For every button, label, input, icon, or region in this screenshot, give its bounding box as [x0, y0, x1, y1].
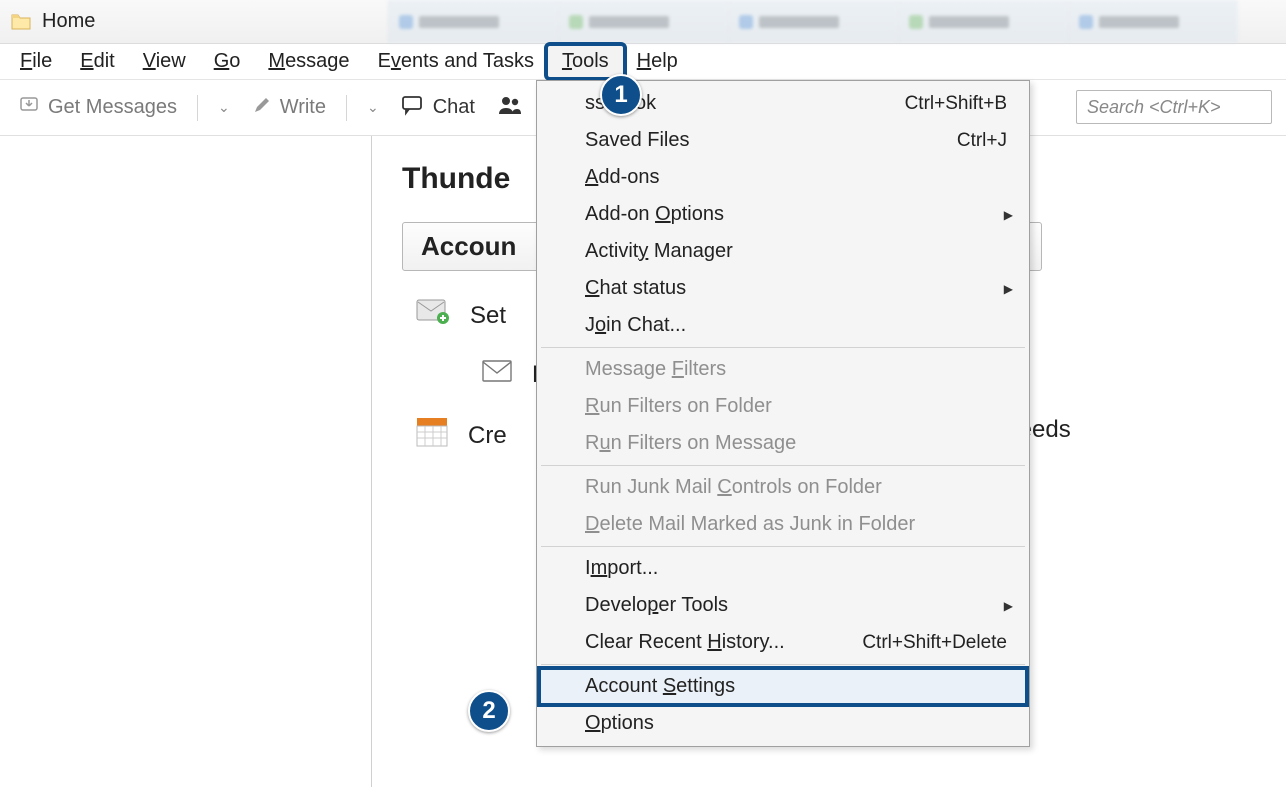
search-input[interactable]: Search <Ctrl+K>: [1076, 90, 1272, 124]
menu-run-filters-message: Run Filters on Message: [539, 425, 1027, 462]
menu-separator: [541, 546, 1025, 547]
search-placeholder: Search <Ctrl+K>: [1087, 97, 1221, 118]
shortcut: Ctrl+J: [957, 130, 1007, 152]
chat-button[interactable]: Chat: [395, 90, 481, 126]
submenu-arrow-icon: ▶: [1004, 599, 1013, 613]
mail-setup-icon: [416, 299, 450, 332]
annotation-badge-2: 2: [468, 690, 510, 732]
titlebar: Home: [0, 0, 1286, 44]
annotation-badge-1: 1: [600, 74, 642, 116]
menu-account-settings[interactable]: Account Settings: [539, 668, 1027, 705]
background-tabs: [388, 0, 1238, 43]
menu-import[interactable]: Import...: [539, 550, 1027, 587]
menu-help[interactable]: Help: [623, 46, 692, 77]
envelope-icon: [482, 360, 512, 389]
menu-clear-history[interactable]: Clear Recent History...Ctrl+Shift+Delete: [539, 624, 1027, 661]
folder-icon: [10, 11, 32, 33]
submenu-arrow-icon: ▶: [1004, 208, 1013, 222]
menu-developer-tools[interactable]: Developer Tools▶: [539, 587, 1027, 624]
tools-menu: ss Book Ctrl+Shift+B Saved Files Ctrl+J …: [536, 80, 1030, 747]
menu-run-filters-folder: Run Filters on Folder: [539, 388, 1027, 425]
get-messages-button[interactable]: Get Messages: [12, 90, 183, 126]
create-label: Cre: [468, 422, 507, 450]
chat-icon: [401, 94, 425, 122]
menu-separator: [541, 664, 1025, 665]
folder-pane[interactable]: [0, 136, 372, 787]
addressbook-toolbar-button[interactable]: [491, 90, 529, 126]
chat-label: Chat: [433, 96, 475, 119]
menu-options[interactable]: Options: [539, 705, 1027, 742]
menu-junk-controls: Run Junk Mail Controls on Folder: [539, 469, 1027, 506]
menu-activity-manager[interactable]: Activity Manager: [539, 233, 1027, 270]
menu-message-filters[interactable]: Message Filters: [539, 351, 1027, 388]
menu-addons[interactable]: Add-ons: [539, 159, 1027, 196]
window-title: Home: [42, 10, 95, 33]
menu-message[interactable]: Message: [254, 46, 363, 77]
menu-addon-options[interactable]: Add-on Options▶: [539, 196, 1027, 233]
setup-label: Set: [470, 302, 506, 330]
menu-file[interactable]: File: [6, 46, 66, 77]
people-icon: [497, 94, 523, 122]
download-icon: [18, 94, 40, 122]
get-messages-label: Get Messages: [48, 96, 177, 119]
menu-edit[interactable]: Edit: [66, 46, 128, 77]
menu-events-tasks[interactable]: Events and Tasks: [364, 46, 548, 77]
pencil-icon: [252, 95, 272, 121]
menu-saved-files[interactable]: Saved Files Ctrl+J: [539, 122, 1027, 159]
shortcut: Ctrl+Shift+B: [905, 93, 1007, 115]
shortcut: Ctrl+Shift+Delete: [862, 632, 1007, 654]
menu-delete-junk: Delete Mail Marked as Junk in Folder: [539, 506, 1027, 543]
write-label: Write: [280, 96, 326, 119]
get-messages-dropdown[interactable]: ⌄: [212, 99, 236, 116]
menu-chat-status[interactable]: Chat status▶: [539, 270, 1027, 307]
menu-view[interactable]: View: [129, 46, 200, 77]
submenu-arrow-icon: ▶: [1004, 282, 1013, 296]
menu-tools[interactable]: Tools: [548, 46, 623, 77]
calendar-icon: [416, 417, 448, 454]
write-button[interactable]: Write: [246, 91, 332, 125]
toolbar-divider: [197, 95, 198, 121]
toolbar-divider: [346, 95, 347, 121]
menu-separator: [541, 347, 1025, 348]
menu-go[interactable]: Go: [200, 46, 255, 77]
menubar: File Edit View Go Message Events and Tas…: [0, 44, 1286, 80]
menu-separator: [541, 465, 1025, 466]
menu-join-chat[interactable]: Join Chat...: [539, 307, 1027, 344]
write-dropdown[interactable]: ⌄: [361, 99, 385, 116]
